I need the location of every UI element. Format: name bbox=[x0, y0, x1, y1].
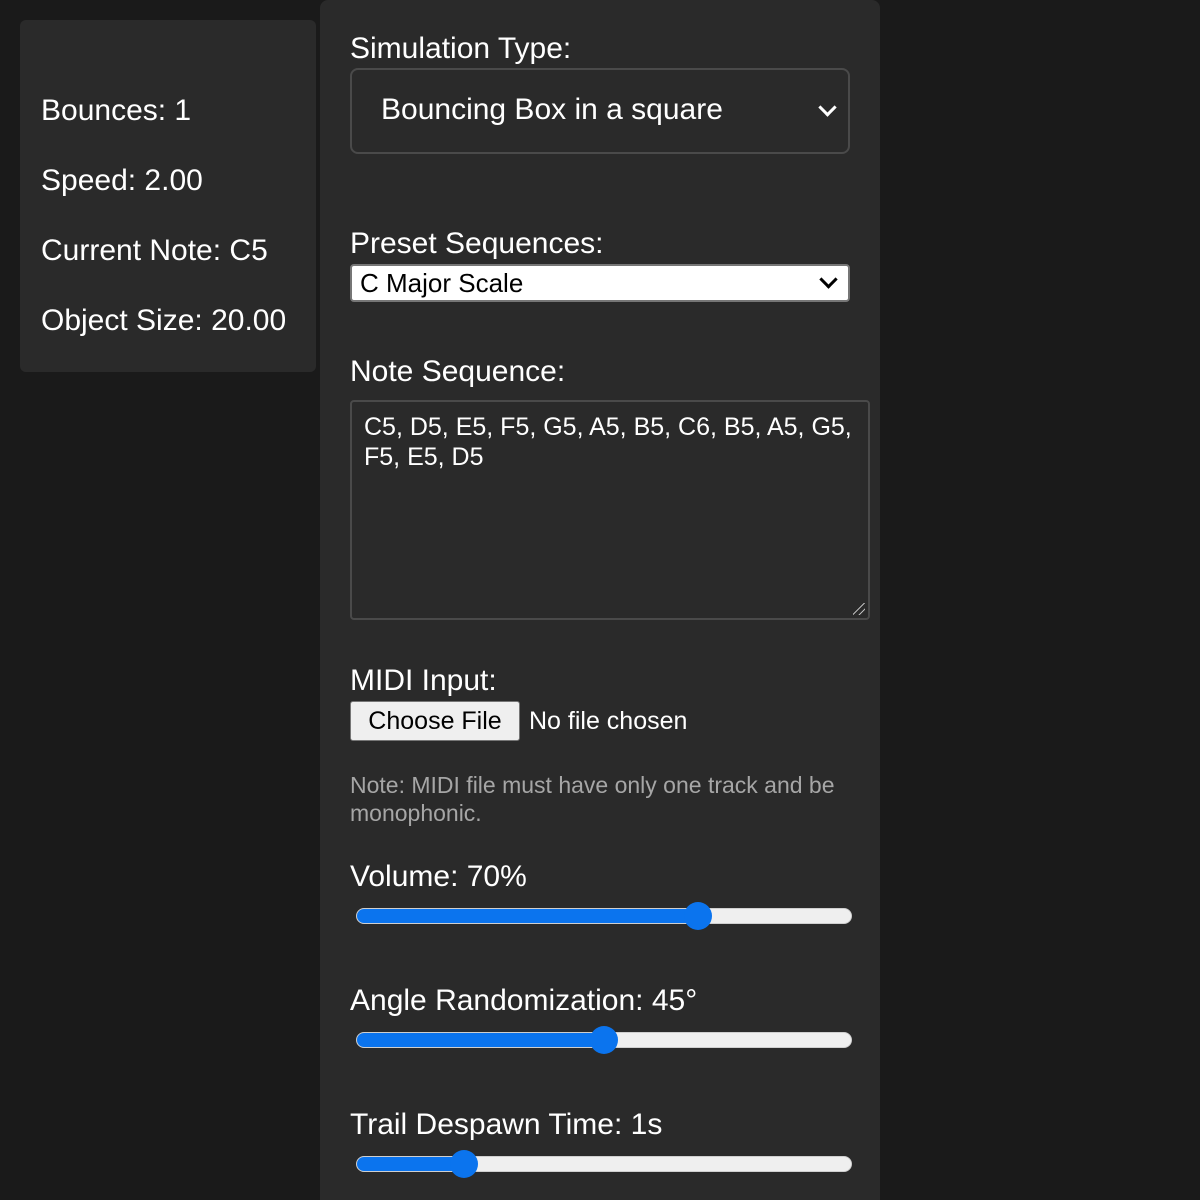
angle-randomization-slider-fill bbox=[357, 1033, 605, 1047]
volume-slider-thumb[interactable] bbox=[683, 902, 712, 930]
preset-sequences-select[interactable]: C Major Scale bbox=[350, 264, 850, 302]
volume-slider-track bbox=[356, 908, 852, 924]
angle-randomization-label: Angle Randomization: 45° bbox=[350, 984, 698, 1017]
chevron-down-icon bbox=[818, 98, 837, 117]
trail-despawn-time-label: Trail Despawn Time: 1s bbox=[350, 1108, 663, 1141]
trail-despawn-time-slider-track bbox=[356, 1156, 852, 1172]
angle-randomization-slider[interactable] bbox=[356, 1024, 852, 1056]
preset-sequences-label: Preset Sequences: bbox=[350, 227, 604, 260]
simulation-type-label: Simulation Type: bbox=[350, 32, 572, 65]
controls-panel: Simulation Type: Bouncing Box in a squar… bbox=[320, 0, 880, 1200]
trail-despawn-time-slider-fill bbox=[357, 1157, 465, 1171]
angle-randomization-slider-thumb[interactable] bbox=[590, 1026, 618, 1054]
object-size-stat: Object Size: 20.00 bbox=[41, 304, 287, 337]
note-sequence-label: Note Sequence: bbox=[350, 355, 566, 388]
preset-sequences-value: C Major Scale bbox=[360, 268, 524, 298]
trail-despawn-time-slider[interactable] bbox=[356, 1148, 852, 1180]
volume-slider[interactable] bbox=[356, 900, 852, 932]
choose-file-button[interactable]: Choose File bbox=[350, 701, 520, 741]
midi-input-label: MIDI Input: bbox=[350, 664, 497, 697]
speed-stat: Speed: 2.00 bbox=[41, 164, 203, 197]
volume-slider-fill bbox=[357, 909, 699, 923]
file-status-text: No file chosen bbox=[529, 707, 688, 735]
trail-despawn-time-slider-thumb[interactable] bbox=[449, 1150, 478, 1178]
note-sequence-textarea[interactable]: C5, D5, E5, F5, G5, A5, B5, C6, B5, A5, … bbox=[350, 400, 870, 620]
current-note-stat: Current Note: C5 bbox=[41, 234, 268, 267]
note-sequence-value: C5, D5, E5, F5, G5, A5, B5, C6, B5, A5, … bbox=[364, 413, 852, 471]
bounces-stat: Bounces: 1 bbox=[41, 94, 192, 127]
chevron-down-icon bbox=[819, 270, 838, 289]
volume-label: Volume: 70% bbox=[350, 860, 527, 893]
simulation-type-select[interactable]: Bouncing Box in a square bbox=[350, 68, 850, 154]
resize-grip-icon[interactable] bbox=[853, 603, 865, 615]
midi-note-text: Note: MIDI file must have only one track… bbox=[350, 772, 835, 826]
simulation-type-value: Bouncing Box in a square bbox=[381, 93, 723, 126]
stats-panel: Bounces: 1 Speed: 2.00 Current Note: C5 … bbox=[20, 20, 316, 372]
